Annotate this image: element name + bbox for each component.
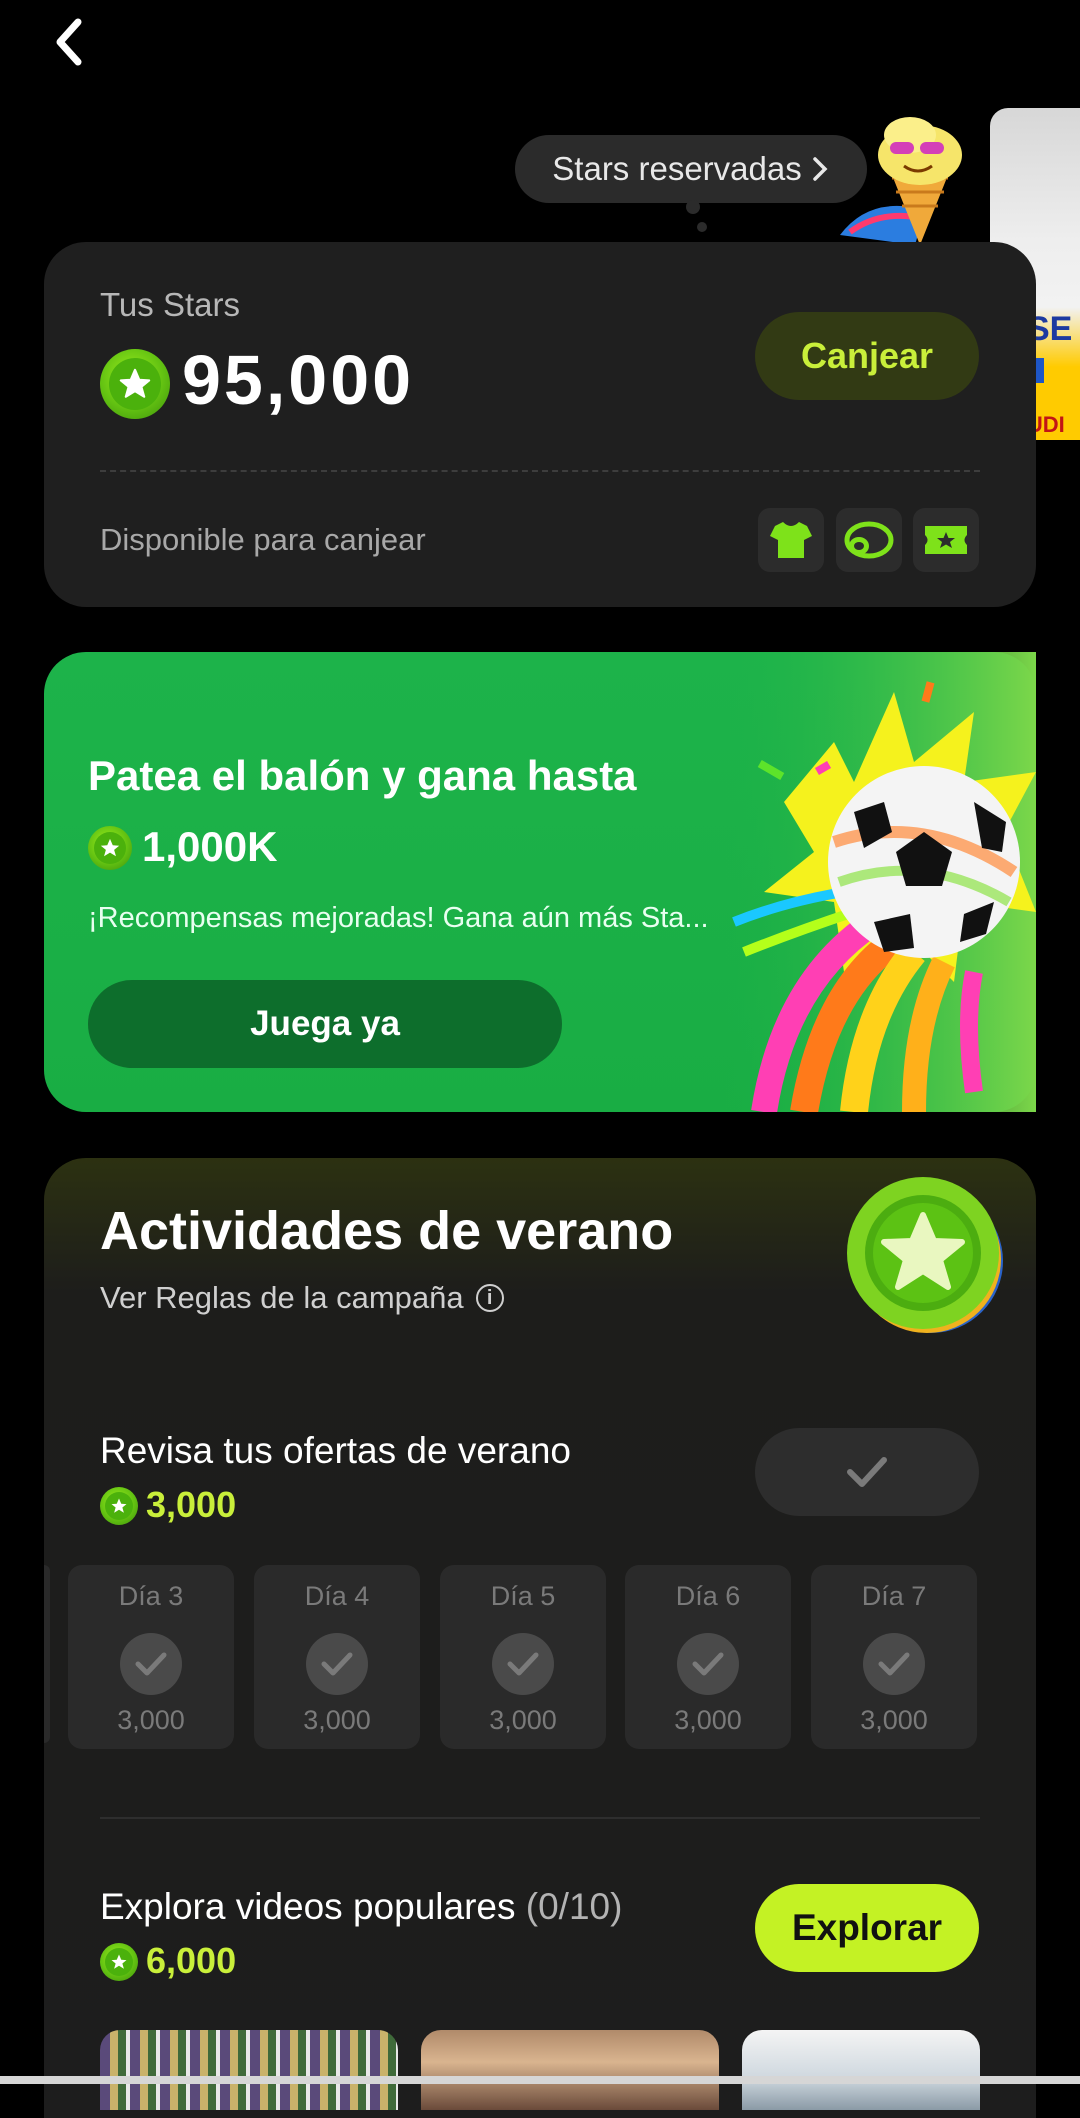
day-label: Día 3 (118, 1581, 184, 1611)
day-label: Día 7 (861, 1581, 927, 1611)
banner-title: Patea el balón y gana hasta (88, 752, 637, 799)
speech-bubble-dot (686, 200, 700, 214)
info-icon: i (475, 1284, 504, 1312)
day-label: Día 5 (490, 1581, 556, 1611)
video-thumbnail[interactable] (742, 2030, 980, 2110)
day-card[interactable]: Día 4 3,000 (254, 1565, 420, 1749)
back-button[interactable] (48, 14, 98, 70)
star-coin-icon (100, 1487, 138, 1525)
day-card[interactable]: Día 7 3,000 (811, 1565, 977, 1749)
available-label: Disponible para canjear (100, 522, 426, 557)
tshirt-icon (770, 522, 812, 558)
task-completed-button[interactable] (755, 1428, 979, 1516)
play-now-button[interactable]: Juega ya (88, 980, 562, 1068)
explore-button[interactable]: Explorar (755, 1884, 979, 1972)
soccer-ball-illustration (724, 652, 1036, 1115)
star-coin-icon (88, 826, 132, 870)
task-explore-videos-reward: 6,000 (146, 1940, 237, 1981)
task-summer-offers-reward: 3,000 (146, 1484, 237, 1525)
speech-bubble-dot (697, 222, 707, 232)
campaign-rules-label: Ver Reglas de la campaña (100, 1280, 464, 1315)
reserved-stars-button[interactable]: Stars reservadas (515, 135, 867, 203)
star-coin-icon (100, 1943, 138, 1981)
task-summer-offers-title: Revisa tus ofertas de verano (100, 1430, 571, 1471)
campaign-rules-link[interactable]: Ver Reglas de la campaña i (100, 1280, 504, 1316)
divider (100, 1817, 980, 1819)
reserved-stars-label: Stars reservadas (552, 150, 802, 187)
day-reward: 3,000 (117, 1705, 185, 1735)
video-thumbnail[interactable] (421, 2030, 719, 2110)
day-reward: 3,000 (303, 1705, 371, 1735)
banner-subtitle: ¡Recompensas mejoradas! Gana aún más Sta… (88, 902, 708, 934)
reward-tshirt[interactable] (758, 508, 824, 572)
day-label: Día 4 (304, 1581, 370, 1611)
video-thumbnail[interactable] (100, 2030, 398, 2110)
headphones-icon (844, 521, 894, 559)
check-circle-icon (306, 1633, 368, 1695)
check-circle-icon (120, 1633, 182, 1695)
day-card[interactable]: Día 6 3,000 (625, 1565, 791, 1749)
stars-balance: 95,000 (182, 341, 415, 419)
check-circle-icon (863, 1633, 925, 1695)
day-card[interactable]: Día 5 3,000 (440, 1565, 606, 1749)
reward-headphones[interactable] (836, 508, 902, 572)
redeem-button[interactable]: Canjear (755, 312, 979, 400)
day-card-partial (44, 1565, 50, 1743)
activities-title: Actividades de verano (100, 1201, 674, 1261)
check-icon (847, 1457, 887, 1487)
bottom-edge (0, 2076, 1080, 2084)
task-explore-videos-progress: (0/10) (525, 1886, 623, 1927)
day-card[interactable]: Día 3 3,000 (68, 1565, 234, 1749)
divider (100, 470, 980, 472)
star-coin-icon (100, 349, 170, 419)
chevron-right-icon (812, 157, 828, 181)
check-circle-icon (677, 1633, 739, 1695)
ticket-icon (925, 526, 967, 554)
big-star-coin-icon (845, 1175, 1005, 1335)
day-label: Día 6 (675, 1581, 741, 1611)
day-reward: 3,000 (860, 1705, 928, 1735)
task-explore-videos-title: Explora videos populares (0/10) (100, 1886, 622, 1928)
reward-ticket[interactable] (913, 508, 979, 572)
task-explore-videos-label: Explora videos populares (100, 1886, 516, 1927)
stars-label: Tus Stars (100, 286, 240, 323)
day-reward: 3,000 (674, 1705, 742, 1735)
banner-amount: 1,000K (142, 823, 278, 870)
day-reward: 3,000 (489, 1705, 557, 1735)
check-circle-icon (492, 1633, 554, 1695)
ice-cream-mascot[interactable] (830, 100, 990, 250)
chevron-left-icon (56, 18, 82, 66)
